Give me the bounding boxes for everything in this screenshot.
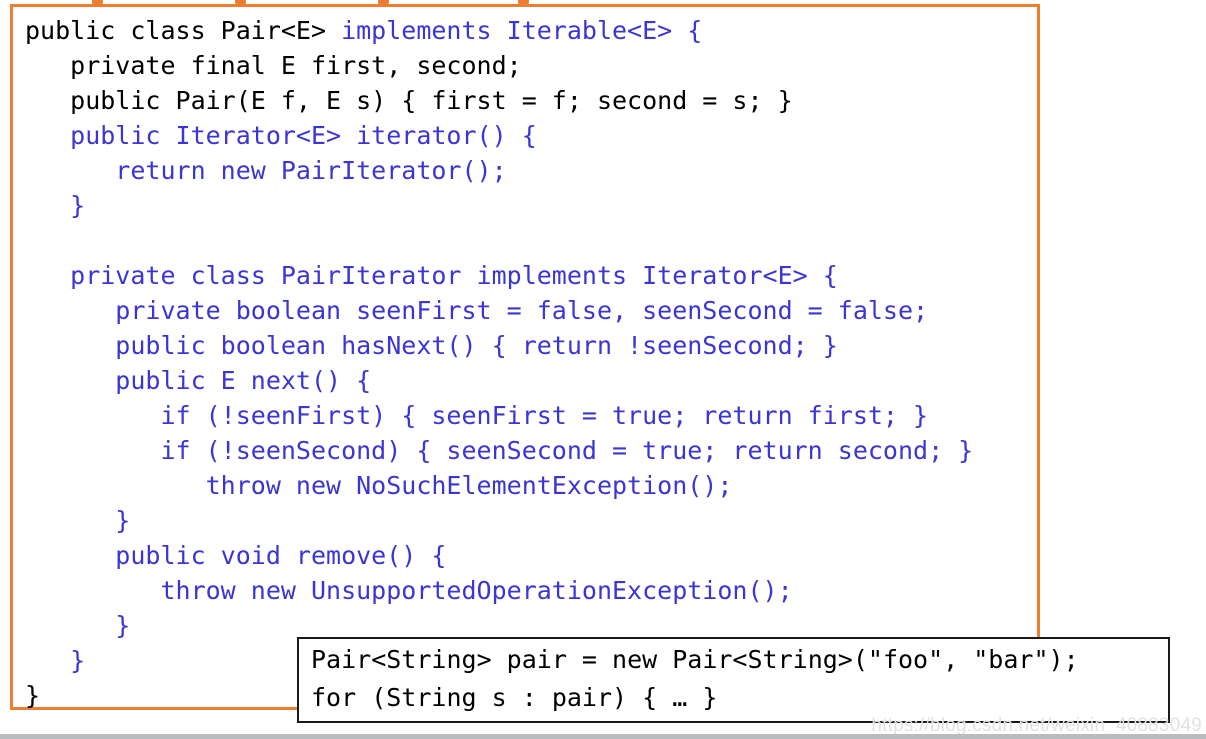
code-token: implements Iterable<E> { xyxy=(341,16,703,45)
code-token: private final E first, second; xyxy=(25,51,522,80)
bottom-rule-divider xyxy=(0,734,1206,739)
code-line: public Pair(E f, E s) { first = f; secon… xyxy=(25,83,973,118)
example-code-line: Pair<String> pair = new Pair<String>("fo… xyxy=(311,645,1079,674)
code-token: public Iterator<E> iterator() { xyxy=(25,121,537,150)
code-line: } xyxy=(25,503,973,538)
code-token: } xyxy=(25,191,86,220)
code-token: public E next() { xyxy=(25,366,372,395)
code-token: throw new UnsupportedOperationException(… xyxy=(25,576,793,605)
code-token: if (!seenSecond) { seenSecond = true; re… xyxy=(25,436,974,465)
code-token: if (!seenFirst) { seenFirst = true; retu… xyxy=(25,401,929,430)
example-code-line: for (String s : pair) { … } xyxy=(311,683,718,712)
code-token: } xyxy=(25,506,131,535)
code-token: } xyxy=(25,646,86,675)
code-panel: public class Pair<E> implements Iterable… xyxy=(10,4,1040,710)
code-token: private class PairIterator implements It… xyxy=(25,261,838,290)
code-token: public Pair(E f, E s) { first = f; secon… xyxy=(25,86,793,115)
code-line: public Iterator<E> iterator() { xyxy=(25,118,973,153)
code-line: private class PairIterator implements It… xyxy=(25,258,973,293)
code-token: public void remove() { xyxy=(25,541,447,570)
code-token: return new PairIterator(); xyxy=(25,156,507,185)
code-line: private final E first, second; xyxy=(25,48,973,83)
code-line: public void remove() { xyxy=(25,538,973,573)
code-token: throw new NoSuchElementException(); xyxy=(25,471,733,500)
code-line: } xyxy=(25,188,973,223)
example-usage-callout: Pair<String> pair = new Pair<String>("fo… xyxy=(297,637,1170,723)
code-line: if (!seenSecond) { seenSecond = true; re… xyxy=(25,433,973,468)
code-line: public E next() { xyxy=(25,363,973,398)
code-line: private boolean seenFirst = false, seenS… xyxy=(25,293,973,328)
code-token: public class Pair<E> xyxy=(25,16,342,45)
code-line: public boolean hasNext() { return !seenS… xyxy=(25,328,973,363)
code-listing: public class Pair<E> implements Iterable… xyxy=(25,13,973,713)
example-usage-code: Pair<String> pair = new Pair<String>("fo… xyxy=(311,641,1079,717)
code-token: } xyxy=(25,611,131,640)
code-token: private boolean seenFirst = false, seenS… xyxy=(25,296,929,325)
code-line: public class Pair<E> implements Iterable… xyxy=(25,13,973,48)
code-line: return new PairIterator(); xyxy=(25,153,973,188)
code-token: public boolean hasNext() { return !seenS… xyxy=(25,331,838,360)
code-line: throw new NoSuchElementException(); xyxy=(25,468,973,503)
code-line: throw new UnsupportedOperationException(… xyxy=(25,573,973,608)
code-token: } xyxy=(25,681,41,710)
code-line: if (!seenFirst) { seenFirst = true; retu… xyxy=(25,398,973,433)
